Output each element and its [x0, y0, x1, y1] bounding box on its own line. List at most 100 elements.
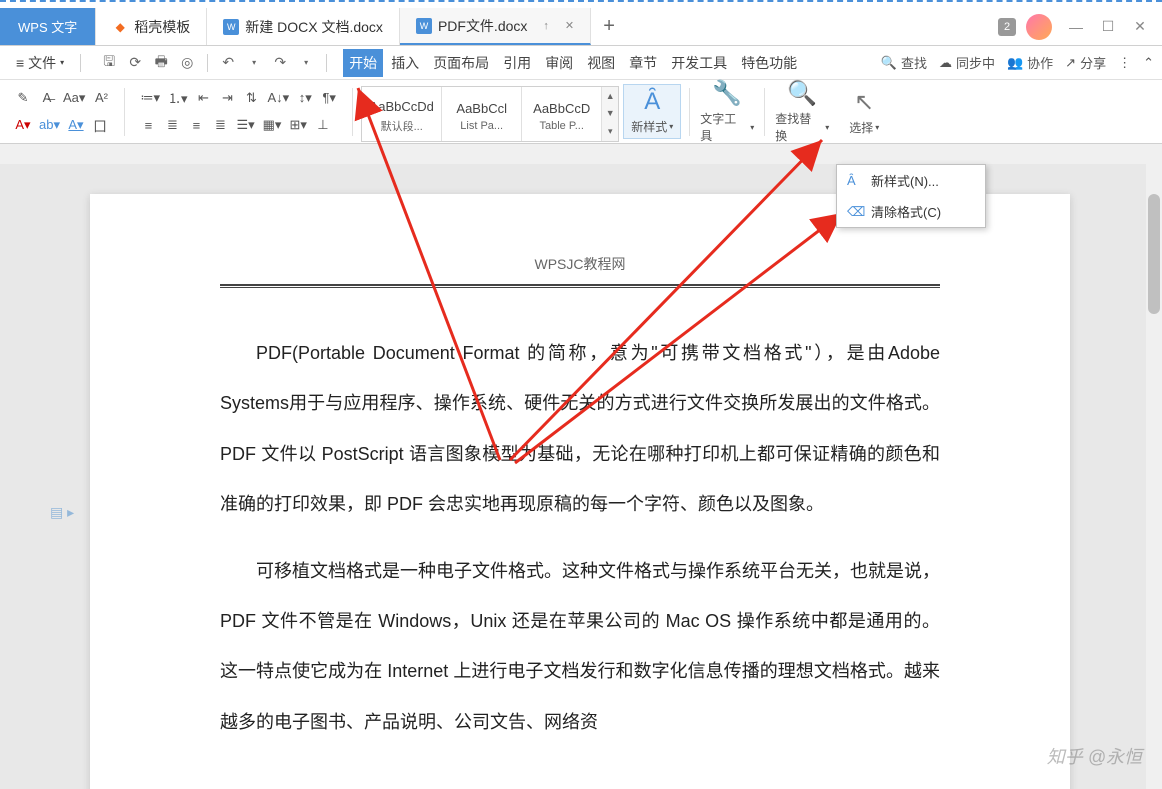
ribbon-tab-review[interactable]: 审阅 — [539, 49, 579, 77]
menu-left: ≡ 文件 ▾ 🖫 ⟳ 🖶 ◎ ↶ ▾ ↷ ▾ 开始 插入 页面布局 引用 审阅 … — [8, 49, 803, 77]
user-avatar[interactable] — [1026, 14, 1052, 40]
highlight-icon[interactable]: ab▾ — [36, 114, 63, 136]
tab-daoce-templates[interactable]: ◆ 稻壳模板 — [96, 8, 207, 45]
tabs-icon[interactable]: ⊥ — [312, 114, 334, 136]
print-icon[interactable]: 🖶 — [149, 51, 173, 75]
ribbon-tab-features[interactable]: 特色功能 — [735, 49, 803, 77]
chevron-down-icon: ▾ — [825, 123, 829, 132]
document-body[interactable]: PDF(Portable Document Format 的简称，意为"可携带文… — [220, 328, 940, 747]
scroll-expand-icon[interactable]: ▾ — [602, 126, 618, 137]
preview-icon[interactable]: ◎ — [175, 51, 199, 75]
ribbon-tab-devtools[interactable]: 开发工具 — [665, 49, 733, 77]
search-button[interactable]: 🔍 查找 — [881, 53, 927, 72]
paragraph-2[interactable]: 可移植文档格式是一种电子文件格式。这种文件格式与操作系统平台无关，也就是说，PD… — [220, 546, 940, 748]
ribbon-toolbar: ✎ A̶ Aa▾ A² A▾ ab▾ A▾ 囗 ≔▾ ⒈▾ ⇤ ⇥ ⇅ A↓▾ … — [0, 80, 1162, 144]
separator — [124, 88, 125, 136]
style-item-listpara[interactable]: AaBbCcl List Pa... — [442, 87, 522, 141]
minimize-icon[interactable]: — — [1062, 13, 1090, 41]
ribbon-tab-view[interactable]: 视图 — [581, 49, 621, 77]
app-tab[interactable]: WPS 文字 — [0, 8, 96, 45]
tab-new-docx[interactable]: W 新建 DOCX 文档.docx — [207, 8, 400, 45]
redo-icon[interactable]: ↷ — [268, 51, 292, 75]
text-direction-icon[interactable]: ⇅ — [241, 87, 263, 109]
chevron-down-icon: ▾ — [669, 122, 673, 131]
collapse-ribbon-icon[interactable]: ⌃ — [1143, 55, 1154, 71]
scroll-down-icon[interactable]: ▼ — [602, 108, 618, 118]
separator — [689, 88, 690, 136]
print-preview-icon[interactable]: ⟳ — [123, 51, 147, 75]
collab-button[interactable]: 👥 协作 — [1007, 53, 1053, 72]
tab-pdf-docx[interactable]: W PDF文件.docx ↑ ✕ — [400, 8, 591, 45]
redo-dropdown-icon[interactable]: ▾ — [294, 51, 318, 75]
separator — [352, 88, 353, 136]
char-border-icon[interactable]: 囗 — [89, 114, 111, 136]
more-icon[interactable]: ⋮ — [1118, 55, 1131, 71]
notification-badge[interactable]: 2 — [998, 18, 1016, 36]
vertical-scrollbar[interactable] — [1146, 164, 1162, 789]
dropdown-new-style[interactable]: Ȃ 新样式(N)... — [837, 165, 985, 196]
number-list-icon[interactable]: ⒈▾ — [165, 87, 191, 109]
clear-format-icon[interactable]: A̶ — [36, 87, 58, 109]
borders-icon[interactable]: ⊞▾ — [286, 114, 309, 136]
font-case-icon[interactable]: Aa▾ — [60, 87, 88, 109]
superscript-icon[interactable]: A² — [90, 87, 112, 109]
indent-increase-icon[interactable]: ⇥ — [217, 87, 239, 109]
sort-icon[interactable]: A↓▾ — [265, 87, 293, 109]
undo-dropdown-icon[interactable]: ▾ — [242, 51, 266, 75]
format-painter-icon[interactable]: ✎ — [12, 87, 34, 109]
chevron-down-icon: ▾ — [875, 123, 879, 132]
ribbon-tab-insert[interactable]: 插入 — [385, 49, 425, 77]
document-header: WPSJC教程网 — [220, 254, 940, 280]
show-marks-icon[interactable]: ¶▾ — [318, 87, 340, 109]
scrollbar-thumb[interactable] — [1148, 194, 1160, 314]
new-tab-button[interactable]: + — [591, 15, 627, 38]
share-button[interactable]: ↗ 分享 — [1065, 53, 1106, 72]
align-justify-icon[interactable]: ≣ — [209, 114, 231, 136]
header-divider — [220, 284, 940, 288]
sync-button[interactable]: ☁ 同步中 — [939, 53, 995, 72]
magnifier-icon: 🔍 — [787, 79, 817, 108]
file-menu[interactable]: ≡ 文件 ▾ — [8, 49, 72, 77]
maximize-icon[interactable]: ☐ — [1094, 13, 1122, 41]
new-style-label: 新样式 — [631, 118, 667, 135]
document-viewport[interactable]: ▤ ▸ WPSJC教程网 PDF(Portable Document Forma… — [0, 164, 1162, 789]
align-distribute-icon[interactable]: ☰▾ — [233, 114, 257, 136]
select-label: 选择 — [849, 119, 873, 136]
indent-decrease-icon[interactable]: ⇤ — [193, 87, 215, 109]
quick-access-toolbar: 🖫 ⟳ 🖶 ◎ ↶ ▾ ↷ ▾ — [97, 51, 318, 75]
share-label: 分享 — [1080, 53, 1106, 72]
paragraph-1[interactable]: PDF(Portable Document Format 的简称，意为"可携带文… — [220, 328, 940, 530]
ribbon-tab-chapter[interactable]: 章节 — [623, 49, 663, 77]
save-icon[interactable]: 🖫 — [97, 51, 121, 75]
find-replace-button[interactable]: 🔍 查找替换▾ — [773, 84, 831, 139]
people-icon: 👥 — [1007, 55, 1023, 71]
tab-label: PDF文件.docx — [438, 16, 527, 36]
style-preview: AaBbCcDd — [370, 95, 434, 118]
close-icon[interactable]: ✕ — [1126, 13, 1154, 41]
new-style-dropdown: Ȃ 新样式(N)... ⌫ 清除格式(C) — [836, 164, 986, 228]
new-style-button[interactable]: Ȃ 新样式▾ — [623, 84, 681, 139]
scroll-up-icon[interactable]: ▲ — [602, 91, 618, 101]
align-left-icon[interactable]: ≡ — [137, 114, 159, 136]
style-item-tablepara[interactable]: AaBbCcD Table P... — [522, 87, 602, 141]
shading-icon[interactable]: ▦▾ — [260, 114, 285, 136]
underline-icon[interactable]: A▾ — [65, 114, 87, 136]
tab-pin-icon[interactable]: ↑ — [543, 20, 549, 32]
document-page[interactable]: ▤ ▸ WPSJC教程网 PDF(Portable Document Forma… — [90, 194, 1070, 789]
dropdown-clear-format[interactable]: ⌫ 清除格式(C) — [837, 196, 985, 227]
select-button[interactable]: ↖ 选择▾ — [835, 84, 893, 139]
align-center-icon[interactable]: ≣ — [161, 114, 183, 136]
ribbon-tab-reference[interactable]: 引用 — [497, 49, 537, 77]
align-right-icon[interactable]: ≡ — [185, 114, 207, 136]
text-tools-button[interactable]: 🔧 文字工具▾ — [698, 84, 756, 139]
gallery-scroller: ▲ ▼ ▾ — [602, 87, 618, 141]
font-color-icon[interactable]: A▾ — [12, 114, 34, 136]
style-item-default[interactable]: AaBbCcDd 默认段... — [362, 87, 442, 141]
ribbon-tab-layout[interactable]: 页面布局 — [427, 49, 495, 77]
tab-close-icon[interactable]: ✕ — [565, 19, 574, 32]
line-spacing-icon[interactable]: ↕▾ — [294, 87, 316, 109]
styles-gallery: AaBbCcDd 默认段... AaBbCcl List Pa... AaBbC… — [361, 86, 619, 142]
ribbon-tab-start[interactable]: 开始 — [343, 49, 383, 77]
bullet-list-icon[interactable]: ≔▾ — [137, 87, 163, 109]
undo-icon[interactable]: ↶ — [216, 51, 240, 75]
